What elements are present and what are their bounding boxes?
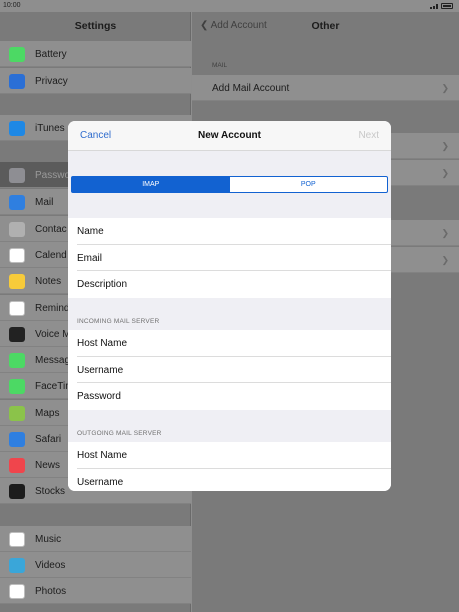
mail-section-label: MAIL (212, 62, 228, 69)
sidebar-item-label: Photos (35, 586, 67, 597)
sidebar-item-label: Contac (35, 224, 67, 235)
outgoing-host-label: Host Name (77, 450, 128, 461)
safari-icon (9, 432, 25, 447)
modal-header: Cancel New Account Next (68, 121, 391, 151)
sidebar-item-label: Music (35, 534, 62, 545)
incoming-username-label: Username (77, 364, 124, 376)
name-field[interactable]: Name (68, 218, 391, 245)
sidebar-item-label: Voice M (35, 329, 71, 340)
reminders-icon (9, 301, 25, 316)
modal-title: New Account (198, 130, 261, 141)
sidebar-item-label: Videos (35, 560, 66, 571)
status-bar: 10:00 (0, 0, 459, 12)
new-account-modal: Cancel New Account Next IMAP POP Name Em… (68, 121, 391, 491)
incoming-password-label: Password (77, 391, 121, 402)
incoming-password-field[interactable]: Password (68, 383, 391, 410)
chevron-right-icon: ❯ (441, 228, 449, 238)
sidebar-item[interactable]: Music (0, 526, 191, 552)
sidebar-item[interactable]: Videos (0, 552, 191, 578)
sidebar-item-label: Remind (35, 303, 70, 314)
next-button[interactable]: Next (358, 130, 379, 141)
photos-icon (9, 584, 25, 599)
battery-icon (9, 47, 25, 62)
outgoing-section-header: OUTGOING MAIL SERVER (77, 430, 162, 437)
chevron-right-icon: ❯ (441, 141, 449, 151)
sidebar-item-label: Passwo (35, 170, 71, 181)
chevron-right-icon: ❯ (441, 255, 449, 265)
music-icon (9, 532, 25, 547)
stocks-icon (9, 484, 25, 499)
incoming-section-header: INCOMING MAIL SERVER (77, 318, 160, 325)
incoming-username-field[interactable]: Username (68, 356, 391, 383)
chevron-right-icon: ❯ (441, 83, 449, 93)
outgoing-host-field[interactable]: Host Name (68, 442, 391, 469)
key-icon (9, 168, 25, 183)
facetime-icon (9, 379, 25, 394)
sidebar-item-label: Notes (35, 276, 62, 287)
protocol-segmented-control: IMAP POP (71, 176, 388, 193)
calendar-icon (9, 248, 25, 263)
contacts-icon (9, 222, 25, 237)
sidebar-item-label: News (35, 460, 61, 471)
description-field[interactable]: Description (68, 271, 391, 298)
pane-title: Other (311, 20, 340, 32)
sidebar-item-label: iTunes (35, 123, 65, 134)
add-mail-account-label: Add Mail Account (212, 83, 290, 94)
status-time: 10:00 (3, 2, 21, 9)
sidebar-item[interactable]: Photos (0, 578, 191, 604)
email-field-label: Email (77, 252, 103, 264)
settings-title: Settings (74, 20, 117, 32)
sidebar-item-label: Messag (35, 355, 71, 366)
sidebar-item-label: Mail (35, 197, 54, 208)
outgoing-username-label: Username (77, 476, 124, 488)
incoming-host-label: Host Name (77, 338, 128, 349)
notes-icon (9, 274, 25, 289)
videos-icon (9, 558, 25, 573)
description-field-label: Description (77, 279, 128, 290)
mail-icon (9, 195, 25, 210)
messages-icon (9, 353, 25, 368)
voice-memos-icon (9, 327, 25, 342)
hand-icon (9, 74, 25, 89)
incoming-host-field[interactable]: Host Name (68, 330, 391, 357)
imap-segment[interactable]: IMAP (72, 177, 230, 192)
news-icon (9, 458, 25, 473)
name-field-label: Name (77, 226, 104, 237)
sidebar-item-label: Battery (35, 49, 67, 60)
sidebar-item[interactable]: Battery (0, 41, 191, 67)
sidebar-item[interactable]: Privacy (0, 68, 191, 94)
outgoing-username-field[interactable]: Username (68, 468, 391, 491)
sidebar-item-label: Maps (35, 408, 60, 419)
chevron-right-icon: ❯ (441, 168, 449, 178)
sidebar-item-label: Calend (35, 250, 67, 261)
add-mail-account-row[interactable]: Add Mail Account ❯ (192, 75, 459, 101)
sidebar-item-label: Privacy (35, 76, 68, 87)
pop-segment[interactable]: POP (230, 177, 388, 192)
maps-icon (9, 406, 25, 421)
app-store-icon (9, 121, 25, 136)
battery-status-icon (441, 3, 453, 9)
sidebar-item-label: Stocks (35, 486, 66, 497)
signal-icon (430, 3, 438, 9)
sidebar-item-label: Safari (35, 434, 62, 445)
status-icons (430, 3, 453, 9)
email-field[interactable]: Email (68, 244, 391, 271)
